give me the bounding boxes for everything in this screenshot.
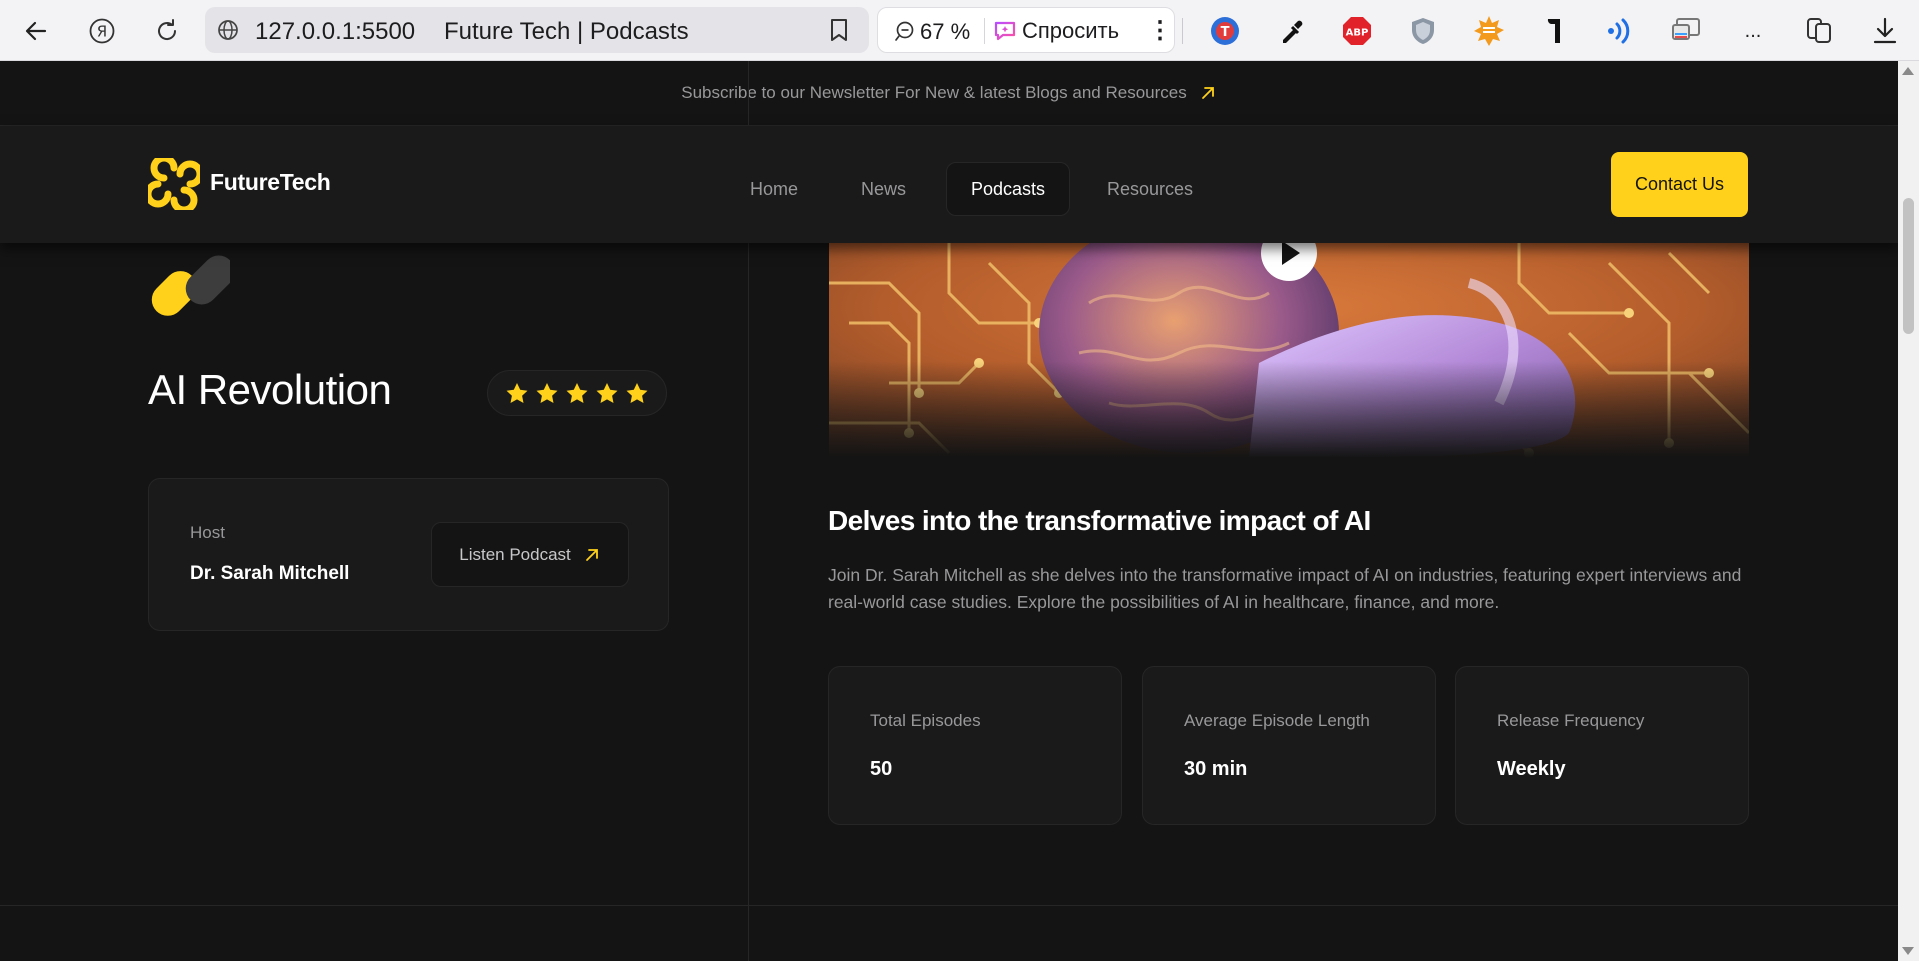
- reload-icon[interactable]: [150, 14, 184, 48]
- svg-text:T: T: [1221, 25, 1230, 40]
- main-nav: FutureTech Home News Podcasts Resources …: [0, 126, 1898, 243]
- cast-icon[interactable]: [1669, 13, 1705, 49]
- stat-label: Release Frequency: [1497, 711, 1645, 730]
- podcast-badge-icon: [151, 255, 230, 316]
- paragraph-icon[interactable]: [1537, 13, 1573, 49]
- section-divider: [0, 905, 1898, 906]
- url-host: 127.0.0.1:5500: [255, 18, 416, 45]
- sun-icon[interactable]: [1471, 13, 1507, 49]
- nav-news[interactable]: News: [837, 162, 930, 216]
- divider: [1182, 18, 1183, 44]
- stat-value: Weekly: [1497, 758, 1566, 780]
- zoom-icon[interactable]: [894, 20, 916, 47]
- host-card: Host Dr. Sarah Mitchell Listen Podcast: [148, 478, 669, 631]
- translate-icon[interactable]: T: [1207, 13, 1243, 49]
- contact-us-button[interactable]: Contact Us: [1611, 152, 1748, 217]
- address-bar[interactable]: 127.0.0.1:5500 Future Tech | Podcasts: [205, 7, 869, 53]
- newsletter-banner[interactable]: Subscribe to our Newsletter For New & la…: [0, 61, 1898, 126]
- page-scrollbar[interactable]: [1898, 61, 1919, 961]
- stat-label: Total Episodes: [870, 711, 981, 730]
- scroll-down-icon[interactable]: [1902, 947, 1914, 955]
- scroll-up-icon[interactable]: [1902, 67, 1914, 75]
- collections-icon[interactable]: [1801, 13, 1837, 49]
- listen-podcast-label: Listen Podcast: [459, 544, 571, 564]
- podcast-title: AI Revolution: [148, 366, 392, 413]
- more-menu-icon[interactable]: ⋮: [1148, 16, 1172, 45]
- host-name: Dr. Sarah Mitchell: [190, 563, 350, 584]
- adblock-icon[interactable]: ABP: [1339, 13, 1375, 49]
- browser-toolbar: Я 127.0.0.1:5500 Future Tech | Podcasts …: [0, 0, 1919, 61]
- zoom-ask-box: 67 % Спросить ⋮: [877, 7, 1175, 53]
- ask-button[interactable]: Спросить: [1022, 18, 1119, 44]
- page-content: Subscribe to our Newsletter For New & la…: [0, 61, 1898, 961]
- divider: [984, 18, 985, 44]
- nav-home[interactable]: Home: [726, 162, 822, 216]
- stat-card-total-episodes: Total Episodes 50: [828, 666, 1122, 825]
- star-icon: [596, 382, 618, 403]
- stat-value: 50: [870, 758, 893, 780]
- svg-text:ABP: ABP: [1346, 28, 1369, 39]
- eyedropper-icon[interactable]: [1274, 13, 1310, 49]
- rating-stars: [487, 370, 667, 416]
- brand-name[interactable]: FutureTech: [210, 169, 331, 196]
- play-icon: [1282, 241, 1300, 265]
- futuretech-logo-icon[interactable]: [148, 158, 200, 210]
- yandex-icon[interactable]: Я: [85, 14, 119, 48]
- tab-title: Future Tech | Podcasts: [444, 18, 689, 45]
- zoom-level[interactable]: 67 %: [920, 19, 970, 45]
- listen-podcast-button[interactable]: Listen Podcast: [431, 522, 629, 587]
- star-icon: [566, 382, 588, 403]
- more-extensions[interactable]: ...: [1735, 13, 1771, 49]
- globe-icon: [217, 19, 239, 46]
- nav-resources[interactable]: Resources: [1083, 162, 1217, 216]
- stat-card-release-frequency: Release Frequency Weekly: [1455, 666, 1749, 825]
- svg-text:Я: Я: [97, 23, 107, 41]
- arrow-up-right-icon: [585, 548, 598, 561]
- stat-label: Average Episode Length: [1184, 711, 1370, 730]
- scrollbar-thumb[interactable]: [1903, 198, 1914, 334]
- arrow-up-right-icon: [1201, 87, 1214, 99]
- stat-card-average-length: Average Episode Length 30 min: [1142, 666, 1436, 825]
- bookmark-icon[interactable]: [829, 18, 849, 47]
- podcast-description: Join Dr. Sarah Mitchell as she delves in…: [828, 565, 1742, 612]
- newsletter-text[interactable]: Subscribe to our Newsletter For New & la…: [681, 83, 1187, 103]
- host-label: Host: [190, 523, 225, 542]
- star-icon: [536, 382, 558, 403]
- signal-icon[interactable]: [1602, 13, 1638, 49]
- podcast-heading: Delves into the transformative impact of…: [828, 505, 1371, 536]
- alice-chat-icon[interactable]: [992, 18, 1018, 49]
- star-icon: [626, 382, 648, 403]
- nav-podcasts[interactable]: Podcasts: [946, 162, 1071, 216]
- download-icon[interactable]: [1867, 13, 1903, 49]
- star-icon: [506, 382, 528, 403]
- shield-icon[interactable]: [1405, 13, 1441, 49]
- back-icon[interactable]: [19, 14, 53, 48]
- stat-value: 30 min: [1184, 758, 1248, 780]
